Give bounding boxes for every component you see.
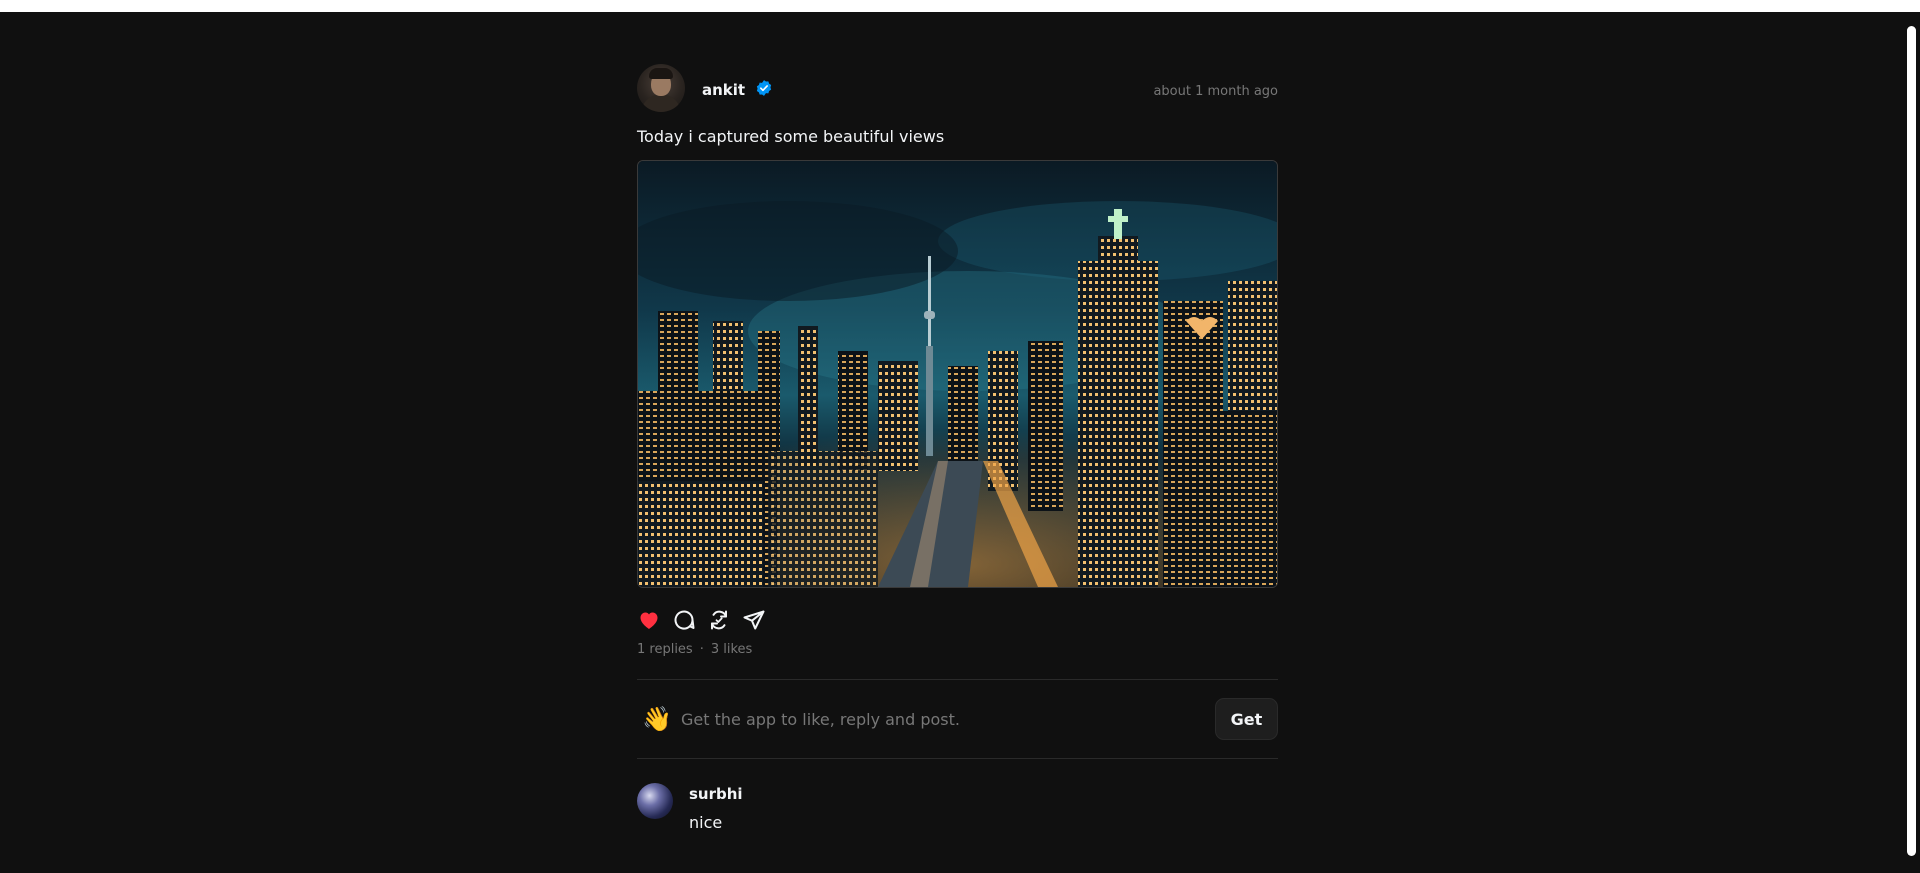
waving-hand-icon: 👋 (642, 705, 672, 733)
post-actions (637, 606, 1278, 634)
share-icon (743, 610, 765, 630)
thread-post: ankit about 1 month ago Today i captured… (637, 64, 1278, 873)
likes-count[interactable]: 3 likes (711, 642, 752, 657)
reply-item: surbhi nice (637, 783, 1278, 873)
reply-author-avatar[interactable] (637, 783, 673, 819)
like-button[interactable] (637, 608, 661, 632)
browser-top-strip (0, 0, 1920, 12)
city-skyline-image (638, 161, 1277, 587)
stats-separator: · (699, 641, 704, 657)
get-app-banner: 👋 Get the app to like, reply and post. G… (637, 680, 1278, 758)
repost-button[interactable] (707, 608, 731, 632)
get-app-button[interactable]: Get (1215, 698, 1278, 740)
author-avatar[interactable] (637, 64, 685, 112)
reply-button[interactable] (672, 608, 696, 632)
verified-badge-icon (756, 80, 772, 96)
heart-icon (640, 612, 658, 629)
comment-icon (674, 610, 695, 630)
get-app-text: Get the app to like, reply and post. (681, 709, 960, 729)
post-stats: 1 replies · 3 likes (637, 640, 1278, 658)
reply-author-name[interactable]: surbhi (689, 785, 743, 803)
post-text: Today i captured some beautiful views (637, 127, 945, 146)
scrollbar-track[interactable] (1903, 12, 1920, 856)
scrollbar-thumb[interactable] (1907, 26, 1916, 856)
post-header: ankit about 1 month ago (637, 64, 1278, 120)
author-name[interactable]: ankit (702, 81, 745, 99)
divider (637, 758, 1278, 759)
reply-text: nice (689, 813, 723, 832)
share-button[interactable] (742, 608, 766, 632)
replies-count[interactable]: 1 replies (637, 642, 693, 657)
post-image[interactable] (637, 160, 1278, 588)
post-timestamp[interactable]: about 1 month ago (1153, 84, 1278, 99)
repost-icon (711, 610, 727, 630)
